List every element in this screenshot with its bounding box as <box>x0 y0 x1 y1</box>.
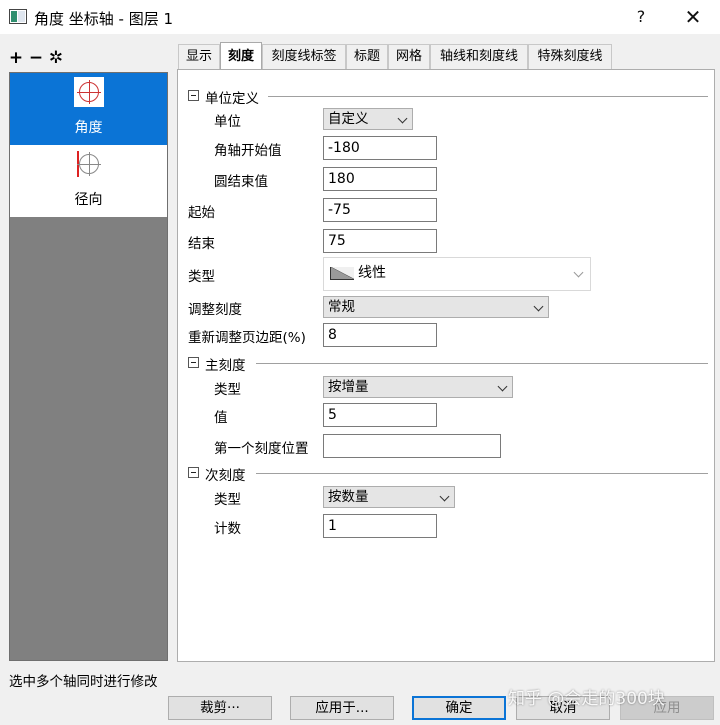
watermark: 知乎 @会走的300块 <box>508 689 665 709</box>
axis-item-label: 径向 <box>74 192 103 208</box>
margin-input[interactable]: 8 <box>323 323 437 347</box>
axis-item-angle[interactable]: 角度 <box>10 73 167 145</box>
count-label: 计数 <box>214 521 241 537</box>
unit-select[interactable]: 自定义 <box>323 108 413 130</box>
chevron-down-icon <box>573 267 584 278</box>
minor-type-select[interactable]: 按数量 <box>323 486 455 508</box>
margin-label: 重新调整页边距(%) <box>188 330 306 346</box>
minus-icon[interactable]: − <box>28 49 44 67</box>
section-title: 次刻度 <box>205 468 246 484</box>
scale-panel: 单位定义 单位 自定义 角轴开始值 -180 圆结束值 180 起始 -75 结… <box>177 69 715 662</box>
first-tick-label: 第一个刻度位置 <box>214 441 309 457</box>
status-text: 选中多个轴同时进行修改 <box>9 674 158 690</box>
angle-axis-icon <box>74 77 104 107</box>
window-title: 角度 坐标轴 - 图层 1 <box>34 10 174 28</box>
tab-tick-labels[interactable]: 刻度线标签 <box>262 44 346 70</box>
type-label: 类型 <box>188 269 215 285</box>
chevron-down-icon <box>533 301 544 312</box>
section-title: 主刻度 <box>205 358 246 374</box>
title-bar: 角度 坐标轴 - 图层 1 ? ✕ <box>0 0 720 34</box>
end-label: 结束 <box>188 236 215 252</box>
chevron-down-icon <box>439 491 450 502</box>
divider <box>256 363 708 364</box>
tab-title[interactable]: 标题 <box>346 44 388 70</box>
chevron-down-icon <box>497 381 508 392</box>
divider <box>256 473 708 474</box>
scale-type-select[interactable]: 线性 <box>323 257 591 291</box>
chevron-down-icon <box>397 113 408 124</box>
rescale-label: 调整刻度 <box>188 302 242 318</box>
circle-end-input[interactable]: 180 <box>323 167 437 191</box>
end-input[interactable]: 75 <box>323 229 437 253</box>
tab-display[interactable]: 显示 <box>178 44 220 70</box>
axis-list: 角度 径向 <box>9 72 168 661</box>
circle-end-label: 圆结束值 <box>214 174 268 190</box>
rescale-select[interactable]: 常规 <box>323 296 549 318</box>
rescale-value: 常规 <box>328 299 355 315</box>
axis-item-radial[interactable]: 径向 <box>10 145 167 217</box>
tab-special-ticks[interactable]: 特殊刻度线 <box>528 44 612 70</box>
major-value-input[interactable]: 5 <box>323 403 437 427</box>
scale-type-value: 线性 <box>358 265 386 281</box>
divider <box>268 96 708 97</box>
unit-label: 单位 <box>214 114 241 130</box>
count-input[interactable]: 1 <box>323 514 437 538</box>
major-type-label: 类型 <box>214 382 241 398</box>
collapse-icon[interactable] <box>188 357 199 368</box>
angle-start-label: 角轴开始值 <box>214 143 282 159</box>
gear-icon[interactable]: ✲ <box>48 49 64 67</box>
collapse-icon[interactable] <box>188 90 199 101</box>
angle-start-input[interactable]: -180 <box>323 136 437 160</box>
start-input[interactable]: -75 <box>323 198 437 222</box>
tab-scale[interactable]: 刻度 <box>220 42 262 72</box>
ok-button[interactable]: 确定 <box>412 696 506 720</box>
tab-grid[interactable]: 网格 <box>388 44 430 70</box>
section-title: 单位定义 <box>205 91 259 107</box>
unit-value: 自定义 <box>328 111 369 127</box>
first-tick-input[interactable] <box>323 434 501 458</box>
tab-line-ticks[interactable]: 轴线和刻度线 <box>430 44 528 70</box>
crop-button[interactable]: 裁剪··· <box>168 696 272 720</box>
minor-type-value: 按数量 <box>328 489 369 505</box>
minor-type-label: 类型 <box>214 492 241 508</box>
start-label: 起始 <box>188 205 215 221</box>
apply-to-button[interactable]: 应用于... <box>290 696 394 720</box>
major-value-label: 值 <box>214 410 228 426</box>
major-type-value: 按增量 <box>328 379 369 395</box>
axis-item-label: 角度 <box>74 120 103 136</box>
help-button[interactable]: ? <box>618 0 664 34</box>
major-type-select[interactable]: 按增量 <box>323 376 513 398</box>
linear-scale-icon <box>330 267 354 280</box>
plus-icon[interactable]: + <box>8 49 24 67</box>
collapse-icon[interactable] <box>188 467 199 478</box>
app-icon <box>9 9 27 24</box>
close-button[interactable]: ✕ <box>670 0 716 34</box>
radial-axis-icon <box>74 149 104 179</box>
